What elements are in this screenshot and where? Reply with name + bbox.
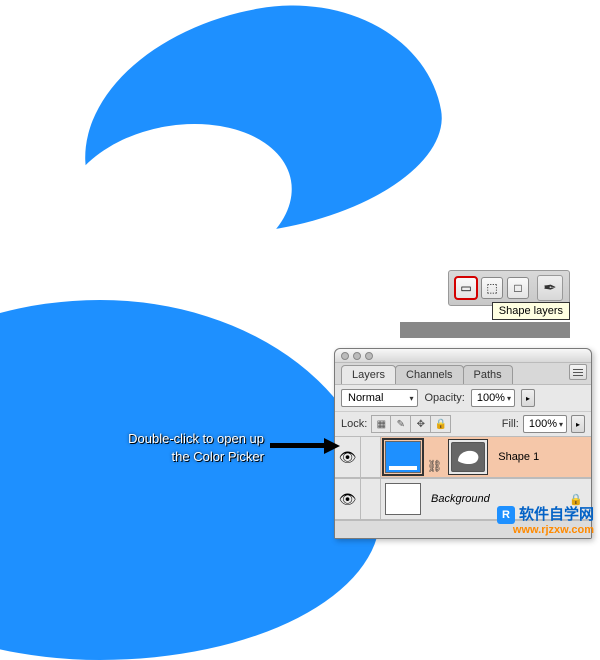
watermark-url: www.rjzxw.com <box>497 524 594 536</box>
watermark-title: 软件自学网 <box>519 507 594 524</box>
watermark: R 软件自学网 www.rjzxw.com <box>497 506 594 536</box>
pen-tool-icon[interactable]: ✒ <box>537 275 563 301</box>
window-dot[interactable] <box>365 352 373 360</box>
blend-mode-value: Normal <box>348 392 383 404</box>
vector-mask-thumbnail <box>451 442 485 472</box>
fill-value: 100% <box>529 418 557 430</box>
panel-lock-row: Lock: ▦ ✎ ✥ 🔒 Fill: 100% ▾ ▸ <box>335 411 591 436</box>
layer-row-shape1[interactable]: 👁 ⛓ Shape 1 <box>335 436 591 478</box>
option-bar-strip <box>400 322 570 338</box>
panel-menu-button[interactable] <box>569 364 587 380</box>
window-dot[interactable] <box>341 352 349 360</box>
opacity-label: Opacity: <box>424 392 464 404</box>
shape-layers-tooltip: Shape layers <box>492 302 570 320</box>
lock-icon: 🔒 <box>569 493 583 506</box>
lock-label: Lock: <box>341 418 367 430</box>
tab-paths[interactable]: Paths <box>463 365 513 384</box>
annotation-text: Double-click to open up the Color Picker <box>44 430 264 465</box>
opacity-input[interactable]: 100% ▾ <box>471 389 515 407</box>
window-dot[interactable] <box>353 352 361 360</box>
layer-name[interactable]: Shape 1 <box>498 451 539 463</box>
layer-color-thumbnail[interactable] <box>385 441 421 473</box>
panel-blend-row: Normal ▾ Opacity: 100% ▾ ▸ <box>335 384 591 411</box>
lock-buttons: ▦ ✎ ✥ 🔒 <box>371 415 451 433</box>
lock-position-button[interactable]: ✥ <box>411 415 431 433</box>
annotation-line2: the Color Picker <box>44 448 264 466</box>
layer-thumbnail[interactable] <box>385 483 421 515</box>
chevron-down-icon: ▾ <box>507 394 511 403</box>
panel-tabs: Layers Channels Paths <box>335 363 591 384</box>
watermark-logo: R <box>497 506 515 524</box>
link-column[interactable] <box>361 437 381 477</box>
canvas-shape-bottom <box>0 300 380 660</box>
layer-name[interactable]: Background <box>431 493 490 505</box>
lock-all-button[interactable]: 🔒 <box>431 415 451 433</box>
tab-layers[interactable]: Layers <box>341 365 396 384</box>
opacity-value: 100% <box>477 392 505 404</box>
fill-slider-button[interactable]: ▸ <box>571 415 585 433</box>
canvas-shape-top <box>64 0 457 260</box>
fill-input[interactable]: 100% ▾ <box>523 415 567 433</box>
chevron-down-icon: ▾ <box>409 394 413 403</box>
tool-options-bar: ▭ ⬚ □ ✒ <box>448 270 570 306</box>
chevron-down-icon: ▾ <box>559 420 563 429</box>
opacity-slider-button[interactable]: ▸ <box>521 389 535 407</box>
link-column[interactable] <box>361 479 381 519</box>
link-icon[interactable]: ⛓ <box>427 459 442 473</box>
annotation-arrow <box>270 438 340 452</box>
shape-layers-mode-button[interactable]: ▭ <box>455 277 477 299</box>
lock-transparency-button[interactable]: ▦ <box>371 415 391 433</box>
lock-pixels-button[interactable]: ✎ <box>391 415 411 433</box>
tab-channels[interactable]: Channels <box>395 365 463 384</box>
blend-mode-dropdown[interactable]: Normal ▾ <box>341 389 418 407</box>
visibility-toggle[interactable]: 👁 <box>335 479 361 519</box>
panel-titlebar[interactable] <box>335 349 591 363</box>
annotation-line1: Double-click to open up <box>44 430 264 448</box>
paths-mode-button[interactable]: ⬚ <box>481 277 503 299</box>
fill-label: Fill: <box>502 418 519 430</box>
vector-mask-wrap[interactable] <box>448 439 488 475</box>
fill-pixels-mode-button[interactable]: □ <box>507 277 529 299</box>
